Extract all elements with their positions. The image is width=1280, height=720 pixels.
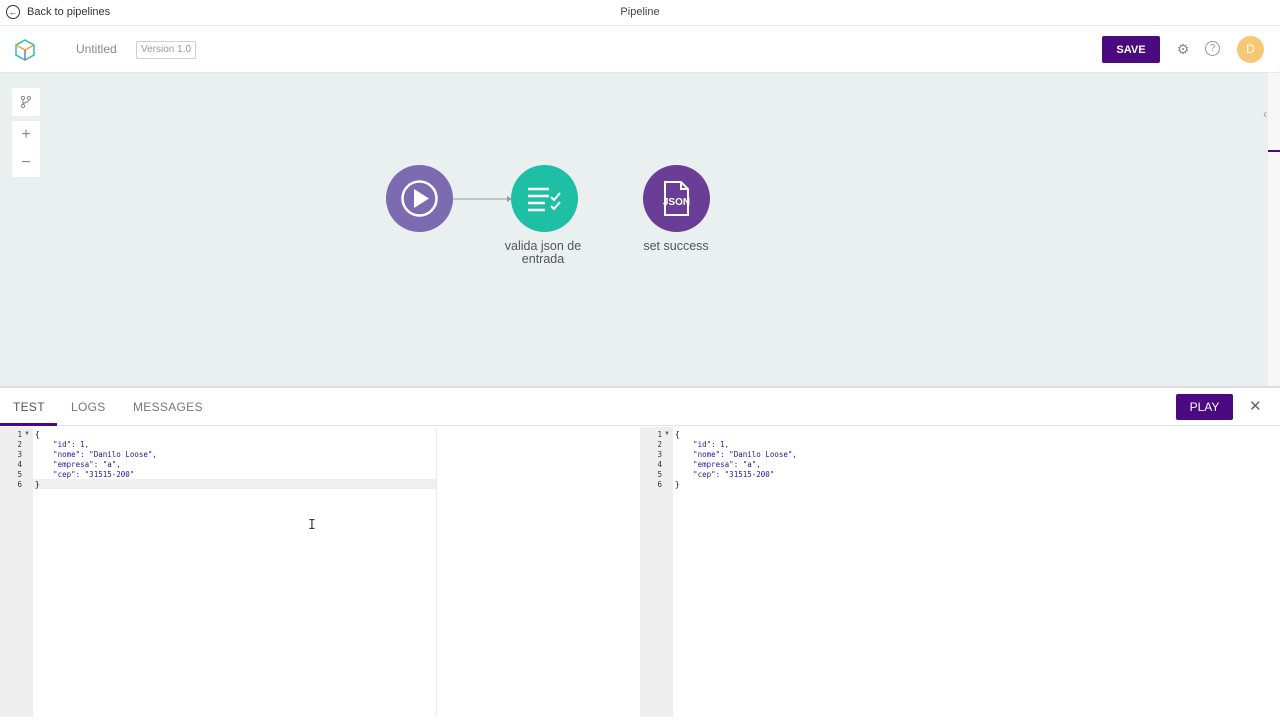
output-json-editor[interactable]: 1 2 3 4 5 6 ▼ { "id": 1, "nome": "Danilo… <box>640 427 1280 717</box>
page-title: Pipeline <box>620 6 660 18</box>
user-avatar[interactable]: D <box>1237 36 1264 63</box>
tab-logs[interactable]: LOGS <box>71 400 106 414</box>
active-tab-indicator <box>0 423 57 426</box>
code-line: "empresa": "a", <box>35 460 121 469</box>
side-panel-indicator <box>1268 150 1280 152</box>
json-node[interactable]: JSON <box>643 165 710 232</box>
active-line-highlight <box>33 479 436 489</box>
bottom-tabs-bar: TEST LOGS MESSAGES PLAY ✕ <box>0 388 1280 426</box>
text-cursor-icon: I <box>308 518 316 533</box>
code-line: { <box>35 430 40 439</box>
output-gutter: 1 2 3 4 5 6 ▼ <box>640 427 673 717</box>
zoom-in-icon[interactable]: + <box>12 121 40 149</box>
fold-arrow-icon[interactable]: ▼ <box>24 431 30 437</box>
json-file-icon: JSON <box>663 181 690 216</box>
code-line: "id": 1, <box>35 440 90 449</box>
app-logo-icon[interactable] <box>13 38 37 62</box>
help-icon[interactable]: ? <box>1205 41 1220 56</box>
code-line: } <box>35 480 40 489</box>
checklist-icon <box>528 187 561 212</box>
pipeline-canvas[interactable]: + − valida json de entrada JSON set succ… <box>0 73 1268 386</box>
code-line: "cep": "31515-200" <box>35 470 135 479</box>
right-side-panel <box>1268 73 1280 386</box>
code-line: "nome": "Danilo Loose", <box>675 450 797 459</box>
settings-gear-icon[interactable]: ⚙ <box>1175 41 1191 57</box>
tab-messages[interactable]: MESSAGES <box>133 400 203 414</box>
pipeline-name[interactable]: Untitled <box>76 42 117 56</box>
top-bar: ← Back to pipelines Pipeline <box>0 0 1280 26</box>
branch-icon[interactable] <box>12 88 40 116</box>
close-icon[interactable]: ✕ <box>1249 397 1262 415</box>
validator-node[interactable] <box>511 165 578 232</box>
json-node-label: set success <box>643 239 709 253</box>
validator-node-label: valida json de entrada <box>504 239 582 266</box>
code-line: "nome": "Danilo Loose", <box>35 450 157 459</box>
pipeline-header: Untitled Version 1.0 SAVE ⚙ ? D <box>0 26 1280 73</box>
save-button[interactable]: SAVE <box>1102 36 1160 63</box>
code-line: { <box>675 430 680 439</box>
code-line: } <box>675 480 680 489</box>
canvas-toolbar: + − <box>12 88 40 177</box>
connector-arrow <box>453 196 512 202</box>
editor-print-margin <box>436 427 437 717</box>
tab-test[interactable]: TEST <box>13 400 45 414</box>
code-line: "id": 1, <box>675 440 730 449</box>
play-button[interactable]: PLAY <box>1176 394 1233 420</box>
version-badge: Version 1.0 <box>136 41 197 59</box>
input-json-editor[interactable]: 1 2 3 4 5 6 ▼ { "id": 1, "nome": "Danilo… <box>0 427 640 717</box>
trigger-node[interactable] <box>386 165 453 232</box>
zoom-out-icon[interactable]: − <box>12 149 40 177</box>
play-circle-icon <box>401 180 438 217</box>
svg-text:JSON: JSON <box>663 197 690 208</box>
code-line: "cep": "31515-200" <box>675 470 775 479</box>
fold-arrow-icon[interactable]: ▼ <box>664 431 670 437</box>
input-gutter: 1 2 3 4 5 6 ▼ <box>0 427 33 717</box>
collapse-chevron-icon[interactable]: ‹ <box>1263 107 1267 121</box>
code-line: "empresa": "a", <box>675 460 761 469</box>
